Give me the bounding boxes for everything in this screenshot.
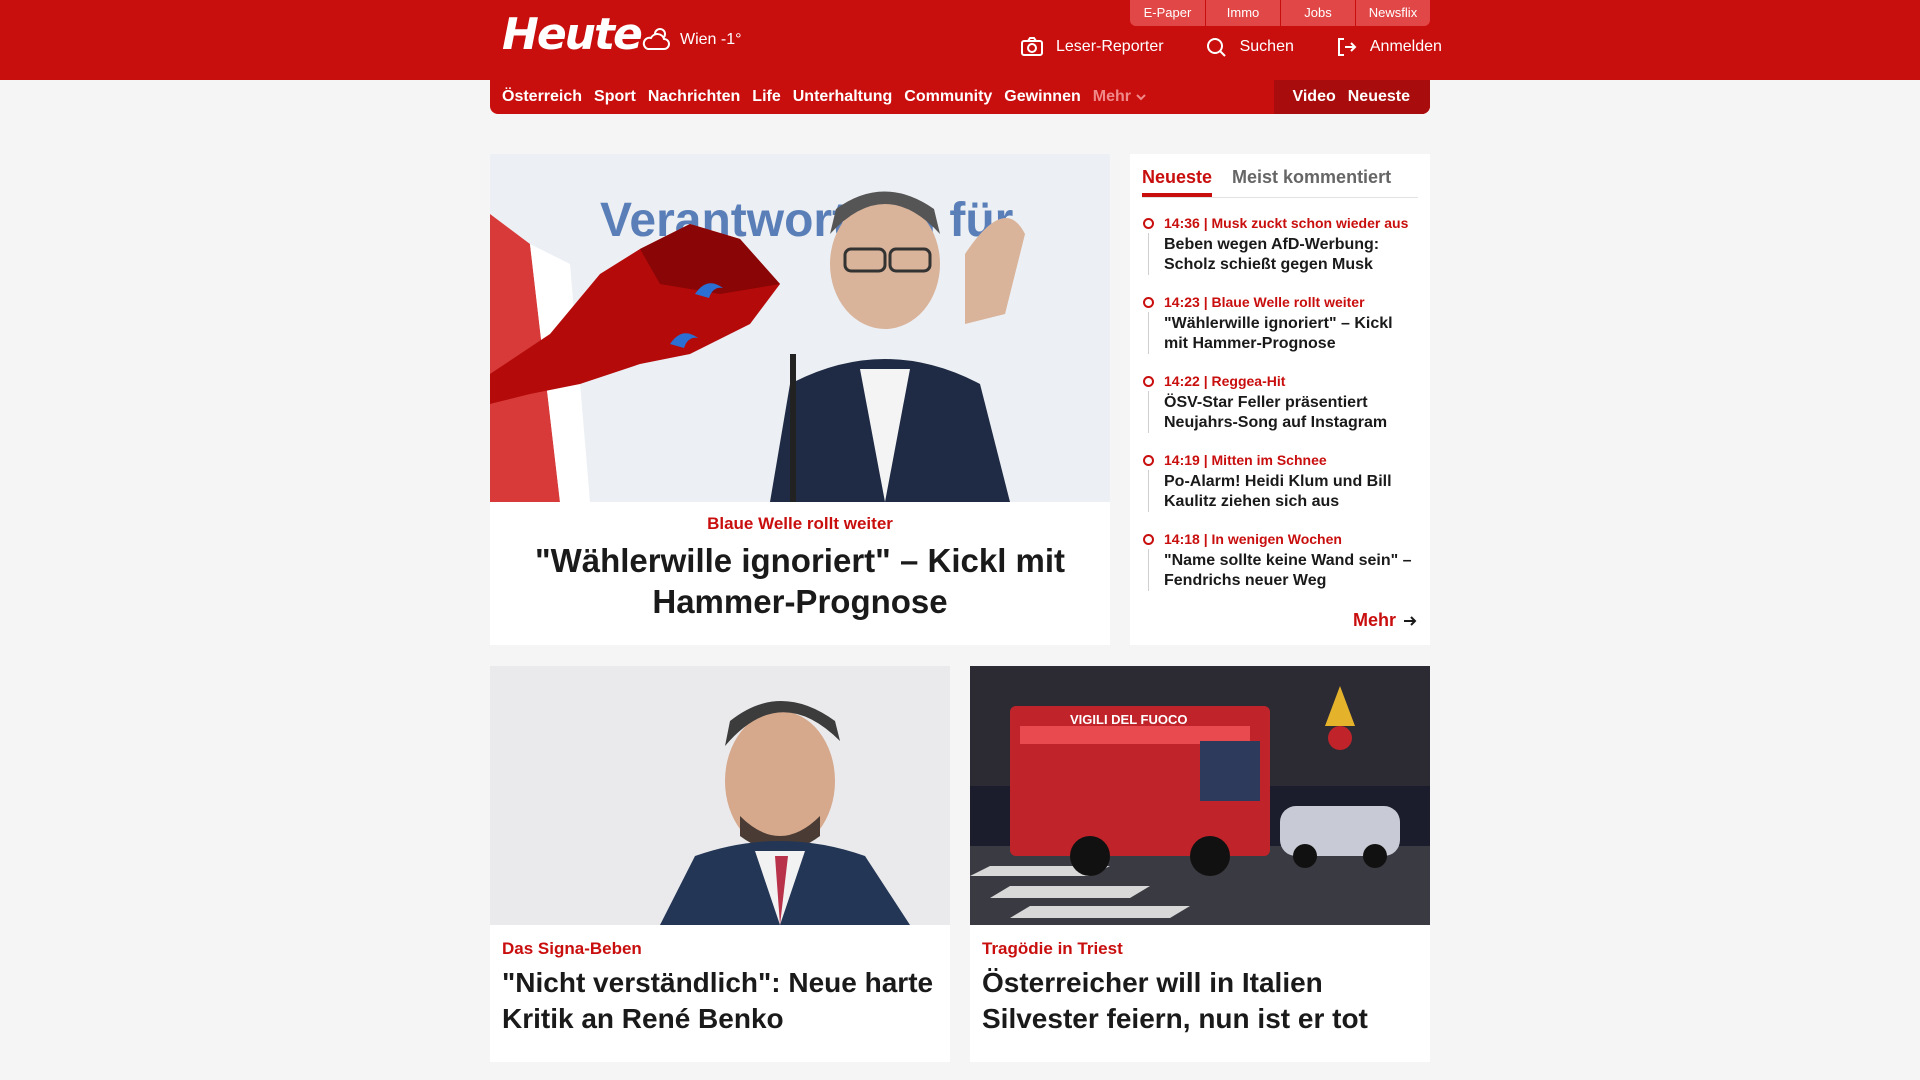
timeline-dot-icon [1143,376,1154,387]
search-button[interactable]: Suchen [1204,35,1294,59]
ticker-meta: 14:36 | Musk zuckt schon wieder aus [1164,215,1409,231]
top-link-immo[interactable]: Immo [1205,0,1280,26]
arrow-right-icon [1404,615,1417,626]
chevron-down-icon [1136,94,1146,101]
tab-meist-kommentiert[interactable]: Meist kommentiert [1232,167,1391,197]
lead-image[interactable]: Verantwortung für [490,154,1110,502]
lead-photo-illustration: Verantwortung für [490,154,1110,502]
nav-item-neueste[interactable]: Neueste [1348,88,1410,106]
main-nav: Österreich Sport Nachrichten Life Unterh… [490,80,1430,114]
nav-item-sport[interactable]: Sport [594,88,636,106]
ticker-item[interactable]: 14:19 | Mitten im Schnee Po-Alarm! Heidi… [1142,451,1418,515]
nav-item-community[interactable]: Community [904,88,992,106]
weather-label: Wien -1° [680,31,742,48]
benko-photo-illustration [490,666,950,925]
article-kicker: Tragödie in Triest [982,939,1123,958]
nav-item-oesterreich[interactable]: Österreich [502,88,582,106]
ticker-meta: 14:19 | Mitten im Schnee [1164,452,1327,468]
camera-icon [1021,37,1043,56]
timeline-dot-icon [1143,218,1154,229]
timeline-dot-icon [1143,534,1154,545]
login-button[interactable]: Anmelden [1334,35,1442,59]
top-link-jobs[interactable]: Jobs [1280,0,1355,26]
article-card-triest[interactable]: VIGILI DEL FUOCO Tragödie in Triest Öste… [970,666,1430,1062]
login-icon [1337,38,1357,56]
ticker-meta: 14:23 | Blaue Welle rollt weiter [1164,294,1365,310]
nav-more-dropdown[interactable]: Mehr [1093,88,1147,106]
article-image[interactable]: VIGILI DEL FUOCO [970,666,1430,925]
ticker-meta: 14:18 | In wenigen Wochen [1164,531,1342,547]
firetruck-photo-illustration: VIGILI DEL FUOCO [970,666,1430,925]
nav-item-video[interactable]: Video [1292,88,1335,106]
timeline-line [1148,549,1149,591]
timeline-line [1148,470,1149,512]
timeline-line [1148,391,1149,433]
top-links: E-Paper Immo Jobs Newsflix [1130,0,1430,26]
lead-title[interactable]: "Wählerwille ignoriert" – Kickl mit Hamm… [490,540,1110,622]
news-ticker-sidebar: Neueste Meist kommentiert 14:36 | Musk z… [1130,154,1430,645]
ticker-title[interactable]: Beben wegen AfD-Werbung: Scholz schießt … [1164,235,1418,275]
tab-neueste[interactable]: Neueste [1142,167,1213,197]
nav-item-nachrichten[interactable]: Nachrichten [648,88,740,106]
firetruck-label: VIGILI DEL FUOCO [1070,712,1188,727]
cloud-sun-icon [642,28,670,50]
ticker-item[interactable]: 14:23 | Blaue Welle rollt weiter "Wähler… [1142,293,1418,357]
nav-more-label: Mehr [1092,88,1131,105]
login-label: Anmelden [1369,38,1442,55]
ticker-meta: 14:22 | Reggea-Hit [1164,373,1286,389]
timeline-dot-icon [1143,455,1154,466]
ticker-feed: 14:36 | Musk zuckt schon wieder aus Bebe… [1142,214,1418,594]
site-header [0,0,1920,80]
ticker-more-link[interactable]: Mehr [1353,610,1418,631]
header-actions: Leser-Reporter Suchen Anmelden [1020,32,1442,62]
article-kicker: Das Signa-Beben [502,939,642,958]
article-card-benko[interactable]: Das Signa-Beben "Nicht verständlich": Ne… [490,666,950,1062]
ticker-title[interactable]: ÖSV-Star Feller präsentiert Neujahrs-Son… [1164,393,1418,433]
leser-reporter-label: Leser-Reporter [1056,38,1164,55]
nav-item-life[interactable]: Life [752,88,780,106]
nav-item-gewinnen[interactable]: Gewinnen [1004,88,1080,106]
leser-reporter-button[interactable]: Leser-Reporter [1020,35,1164,59]
ticker-title[interactable]: Po-Alarm! Heidi Klum und Bill Kaulitz zi… [1164,472,1418,512]
article-image[interactable] [490,666,950,925]
ticker-title[interactable]: "Wählerwille ignoriert" – Kickl mit Hamm… [1164,314,1418,354]
article-title[interactable]: "Nicht verständlich": Neue harte Kritik … [502,965,938,1037]
top-link-newsflix[interactable]: Newsflix [1355,0,1430,26]
ticker-item[interactable]: 14:36 | Musk zuckt schon wieder aus Bebe… [1142,214,1418,278]
weather-widget[interactable]: Wien -1° [640,25,742,55]
ticker-item[interactable]: 14:18 | In wenigen Wochen "Name sollte k… [1142,530,1418,594]
nav-item-unterhaltung[interactable]: Unterhaltung [793,88,893,106]
ticker-more-label: Mehr [1352,610,1396,630]
nav-right-group: Video Neueste [1274,80,1430,114]
heute-logo[interactable]: Heute [502,10,643,60]
timeline-dot-icon [1143,297,1154,308]
lead-article[interactable]: Verantwortung für Blaue Welle rollt weit… [490,154,1110,645]
ticker-title[interactable]: "Name sollte keine Wand sein" – Fendrich… [1164,551,1418,591]
timeline-line [1148,233,1149,275]
ticker-item[interactable]: 14:22 | Reggea-Hit ÖSV-Star Feller präse… [1142,372,1418,436]
ticker-tabs: Neueste Meist kommentiert [1142,154,1418,198]
article-title[interactable]: Österreicher will in Italien Silvester f… [982,965,1418,1037]
top-link-epaper[interactable]: E-Paper [1130,0,1205,26]
timeline-line [1148,312,1149,354]
search-icon [1206,38,1226,57]
search-label: Suchen [1239,38,1294,55]
lead-kicker: Blaue Welle rollt weiter [707,514,893,533]
